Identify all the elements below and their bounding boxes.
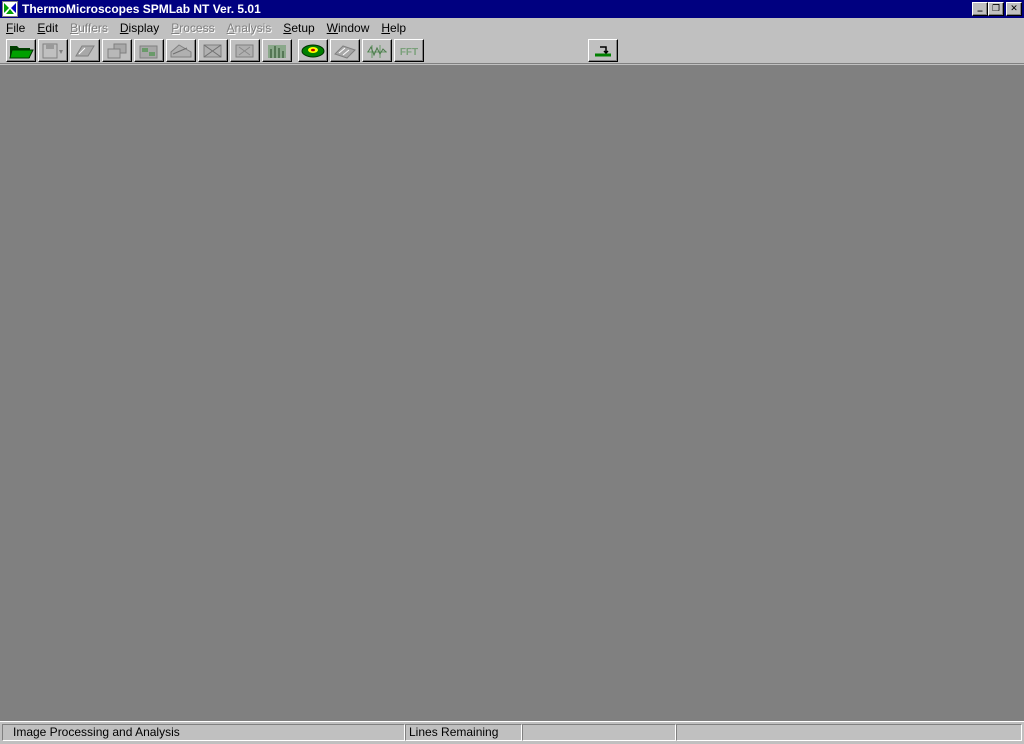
cross-section-icon — [203, 44, 222, 57]
menu-mnemonic: W — [326, 21, 338, 35]
3d-view-icon — [301, 44, 325, 57]
histogram-icon — [268, 44, 286, 58]
restore-button[interactable]: ❐ — [988, 2, 1004, 16]
minimize-icon: _ — [977, 1, 983, 12]
menu-label-rest: uffers — [78, 21, 108, 35]
menu-mnemonic: B — [70, 21, 79, 35]
toolbar-button-3d-view[interactable] — [298, 39, 328, 62]
microscope-mode-icon — [595, 45, 611, 56]
status-lines-remaining: Lines Remaining — [405, 724, 522, 741]
open-folder-icon — [9, 45, 34, 58]
window-controls: _ ❐ ✕ — [972, 2, 1022, 16]
menu-process[interactable]: Process — [165, 19, 220, 37]
menu-help[interactable]: Help — [375, 19, 412, 37]
fft-label: FFT — [400, 47, 418, 58]
copy-buffer-icon — [107, 43, 127, 58]
menu-analysis[interactable]: Analysis — [221, 19, 278, 37]
toolbar-button-save[interactable] — [38, 39, 68, 62]
menu-label-rest: rocess — [179, 21, 215, 35]
menu-label-rest: nalysis — [234, 21, 272, 35]
menu-bar: File Edit Buffers Display Process Analysis Set… — [0, 18, 1024, 38]
menu-label-rest: isplay — [128, 21, 160, 35]
window-title: ThermoMicroscopes SPMLab NT Ver. 5.01 — [22, 2, 261, 16]
spectrum-icon — [367, 44, 387, 58]
toolbar-button-copy[interactable] — [102, 39, 132, 62]
fft-icon: FFT — [400, 47, 418, 58]
menu-window[interactable]: Window — [321, 19, 376, 37]
menu-display[interactable]: Display — [114, 19, 165, 37]
toolbar-button-filter[interactable] — [134, 39, 164, 62]
toolbar-button-microscope-mode[interactable] — [588, 39, 618, 62]
toolbar: FFT — [0, 38, 1024, 64]
status-mode: Image Processing and Analysis — [2, 724, 405, 741]
menu-mnemonic: H — [381, 21, 391, 35]
filter-icon — [139, 45, 158, 58]
restore-icon: ❐ — [991, 3, 1001, 14]
toolbar-button-spectrum[interactable] — [362, 39, 392, 62]
toolbar-button-histogram[interactable] — [262, 39, 292, 62]
close-icon: ✕ — [1010, 3, 1018, 14]
menu-label-rest: elp — [390, 21, 407, 35]
status-bar: Image Processing and Analysis Lines Rema… — [0, 721, 1024, 744]
minimize-button[interactable]: _ — [972, 2, 988, 16]
toolbar-button-line-profile[interactable] — [166, 39, 196, 62]
toolbar-button-open[interactable] — [6, 39, 36, 62]
menu-setup[interactable]: Setup — [277, 19, 320, 37]
close-button[interactable]: ✕ — [1006, 2, 1022, 16]
menu-file[interactable]: File — [0, 19, 31, 37]
line-profile-icon — [170, 43, 192, 57]
bearing-icon — [235, 44, 254, 57]
menu-buffers[interactable]: Buffers — [64, 19, 114, 37]
menu-edit[interactable]: Edit — [31, 19, 64, 37]
save-icon — [42, 43, 63, 58]
toolbar-button-grain-analysis[interactable] — [330, 39, 360, 62]
plane-fit-icon — [75, 45, 95, 56]
toolbar-button-bearing[interactable] — [230, 39, 260, 62]
toolbar-button-plane-fit[interactable] — [70, 39, 100, 62]
menu-label-rest: etup — [291, 21, 315, 35]
toolbar-button-cross-section[interactable] — [198, 39, 228, 62]
mdi-workspace[interactable] — [0, 65, 1024, 721]
menu-mnemonic: D — [119, 21, 129, 35]
title-bar[interactable]: ThermoMicroscopes SPMLab NT Ver. 5.01 _ … — [0, 0, 1024, 18]
menu-mnemonic: A — [226, 21, 235, 35]
menu-label-rest: ile — [13, 21, 26, 35]
status-pane-4 — [676, 724, 1022, 741]
status-pane-3 — [522, 724, 676, 741]
menu-label-rest: dit — [45, 21, 59, 35]
toolbar-button-fft[interactable]: FFT — [394, 39, 424, 62]
grain-analysis-icon — [334, 44, 356, 59]
menu-label-rest: indow — [338, 21, 370, 35]
spmlab-app-icon[interactable] — [2, 1, 18, 17]
